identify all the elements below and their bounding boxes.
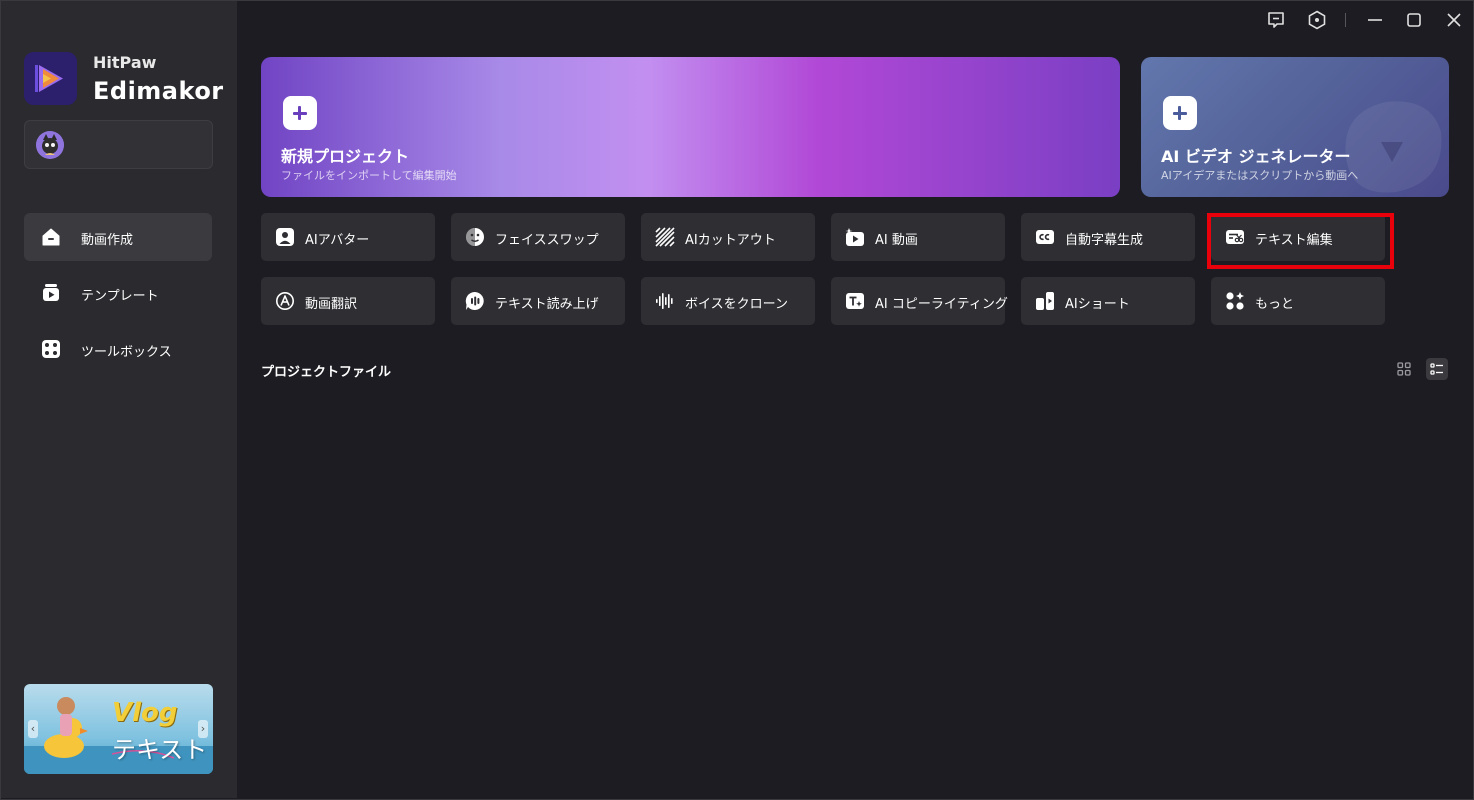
toolbox-icon xyxy=(42,340,60,358)
close-icon[interactable] xyxy=(1443,9,1465,31)
feedback-icon[interactable] xyxy=(1265,9,1287,31)
tool-label: テキスト読み上げ xyxy=(495,297,599,312)
face-swap-icon xyxy=(466,228,484,246)
tool-ai-avatar[interactable]: AIアバター xyxy=(261,213,435,261)
banner-title: Vlog xyxy=(112,698,178,728)
avatar-icon xyxy=(276,228,294,246)
plus-icon xyxy=(283,96,317,130)
tool-face-swap[interactable]: フェイススワップ xyxy=(451,213,625,261)
tool-ai-video[interactable]: AI 動画 xyxy=(831,213,1005,261)
app-logo xyxy=(24,52,77,105)
tool-ai-cutout[interactable]: AIカットアウト xyxy=(641,213,815,261)
list-view-icon xyxy=(1430,363,1443,375)
translate-icon xyxy=(276,292,294,310)
sidebar-item-label: 動画作成 xyxy=(81,233,134,248)
more-icon xyxy=(1226,292,1244,310)
sidebar-item-templates[interactable]: テンプレート xyxy=(24,269,212,317)
tool-label: フェイススワップ xyxy=(495,233,599,248)
new-project-title: 新規プロジェクト xyxy=(281,147,410,166)
tool-label: AI 動画 xyxy=(875,233,918,248)
template-icon xyxy=(43,284,59,301)
cutout-icon xyxy=(655,227,675,247)
brand-name-main: Edimakor xyxy=(93,77,224,105)
new-project-card[interactable]: 新規プロジェクト ファイルをインポートして編集開始 xyxy=(261,57,1120,197)
grid-view-button[interactable] xyxy=(1393,358,1415,380)
promo-banner[interactable]: ‹ › Vlog テキスト xyxy=(24,684,213,774)
tool-auto-subtitle[interactable]: 自動字幕生成 xyxy=(1021,213,1195,261)
home-icon xyxy=(42,228,60,246)
grid-view-icon xyxy=(1397,362,1411,376)
tool-ai-copywriting[interactable]: AI コピーライティング xyxy=(831,277,1008,325)
tool-label: もっと xyxy=(1255,297,1295,312)
tts-icon xyxy=(465,291,484,310)
tool-label: AIショート xyxy=(1065,297,1130,312)
cc-icon xyxy=(1036,230,1054,244)
project-files-title: プロジェクトファイル xyxy=(261,365,392,380)
ai-video-generator-card[interactable]: AI ビデオ ジェネレーター AIアイデアまたはスクリプトから動画へ xyxy=(1141,57,1449,197)
sidebar-item-toolbox[interactable]: ツールボックス xyxy=(24,325,212,373)
banner-subtitle: テキスト xyxy=(112,736,208,764)
tool-label: テキスト編集 xyxy=(1255,233,1333,248)
tool-text-to-speech[interactable]: テキスト読み上げ xyxy=(451,277,625,325)
tool-label: AIアバター xyxy=(305,233,370,248)
tool-ai-short[interactable]: AIショート xyxy=(1021,277,1195,325)
tool-label: AI コピーライティング xyxy=(875,297,1008,312)
copywriting-icon xyxy=(846,293,864,309)
text-edit-icon xyxy=(1226,230,1244,244)
sidebar-item-create-video[interactable]: 動画作成 xyxy=(24,213,212,261)
tool-label: 自動字幕生成 xyxy=(1065,233,1144,248)
tool-video-translate[interactable]: 動画翻訳 xyxy=(261,277,435,325)
plus-icon xyxy=(1163,96,1197,130)
ai-video-generator-title: AI ビデオ ジェネレーター xyxy=(1161,147,1351,166)
tool-label: 動画翻訳 xyxy=(305,297,358,312)
sidebar-item-label: ツールボックス xyxy=(81,345,172,360)
ai-video-generator-subtitle: AIアイデアまたはスクリプトから動画へ xyxy=(1161,169,1359,182)
voice-clone-icon xyxy=(656,293,673,309)
user-account-box[interactable] xyxy=(24,120,213,169)
minimize-icon[interactable] xyxy=(1364,9,1386,31)
brand-name-top: HitPaw xyxy=(93,53,157,72)
settings-hex-icon[interactable] xyxy=(1306,9,1328,31)
tool-label: ボイスをクローン xyxy=(685,297,788,312)
new-project-subtitle: ファイルをインポートして編集開始 xyxy=(281,169,457,182)
list-view-button[interactable] xyxy=(1426,358,1448,380)
sidebar-item-label: テンプレート xyxy=(81,289,159,304)
tool-text-edit[interactable]: テキスト編集 xyxy=(1211,213,1385,261)
tool-label: AIカットアウト xyxy=(685,233,776,248)
avatar[interactable] xyxy=(36,131,64,159)
tool-more[interactable]: もっと xyxy=(1211,277,1385,325)
ai-video-icon xyxy=(845,228,864,246)
maximize-icon[interactable] xyxy=(1403,9,1425,31)
ai-short-icon xyxy=(1036,292,1054,310)
titlebar-divider xyxy=(1345,13,1346,27)
banner-prev-arrow[interactable]: ‹ xyxy=(28,720,38,738)
tool-voice-clone[interactable]: ボイスをクローン xyxy=(641,277,815,325)
